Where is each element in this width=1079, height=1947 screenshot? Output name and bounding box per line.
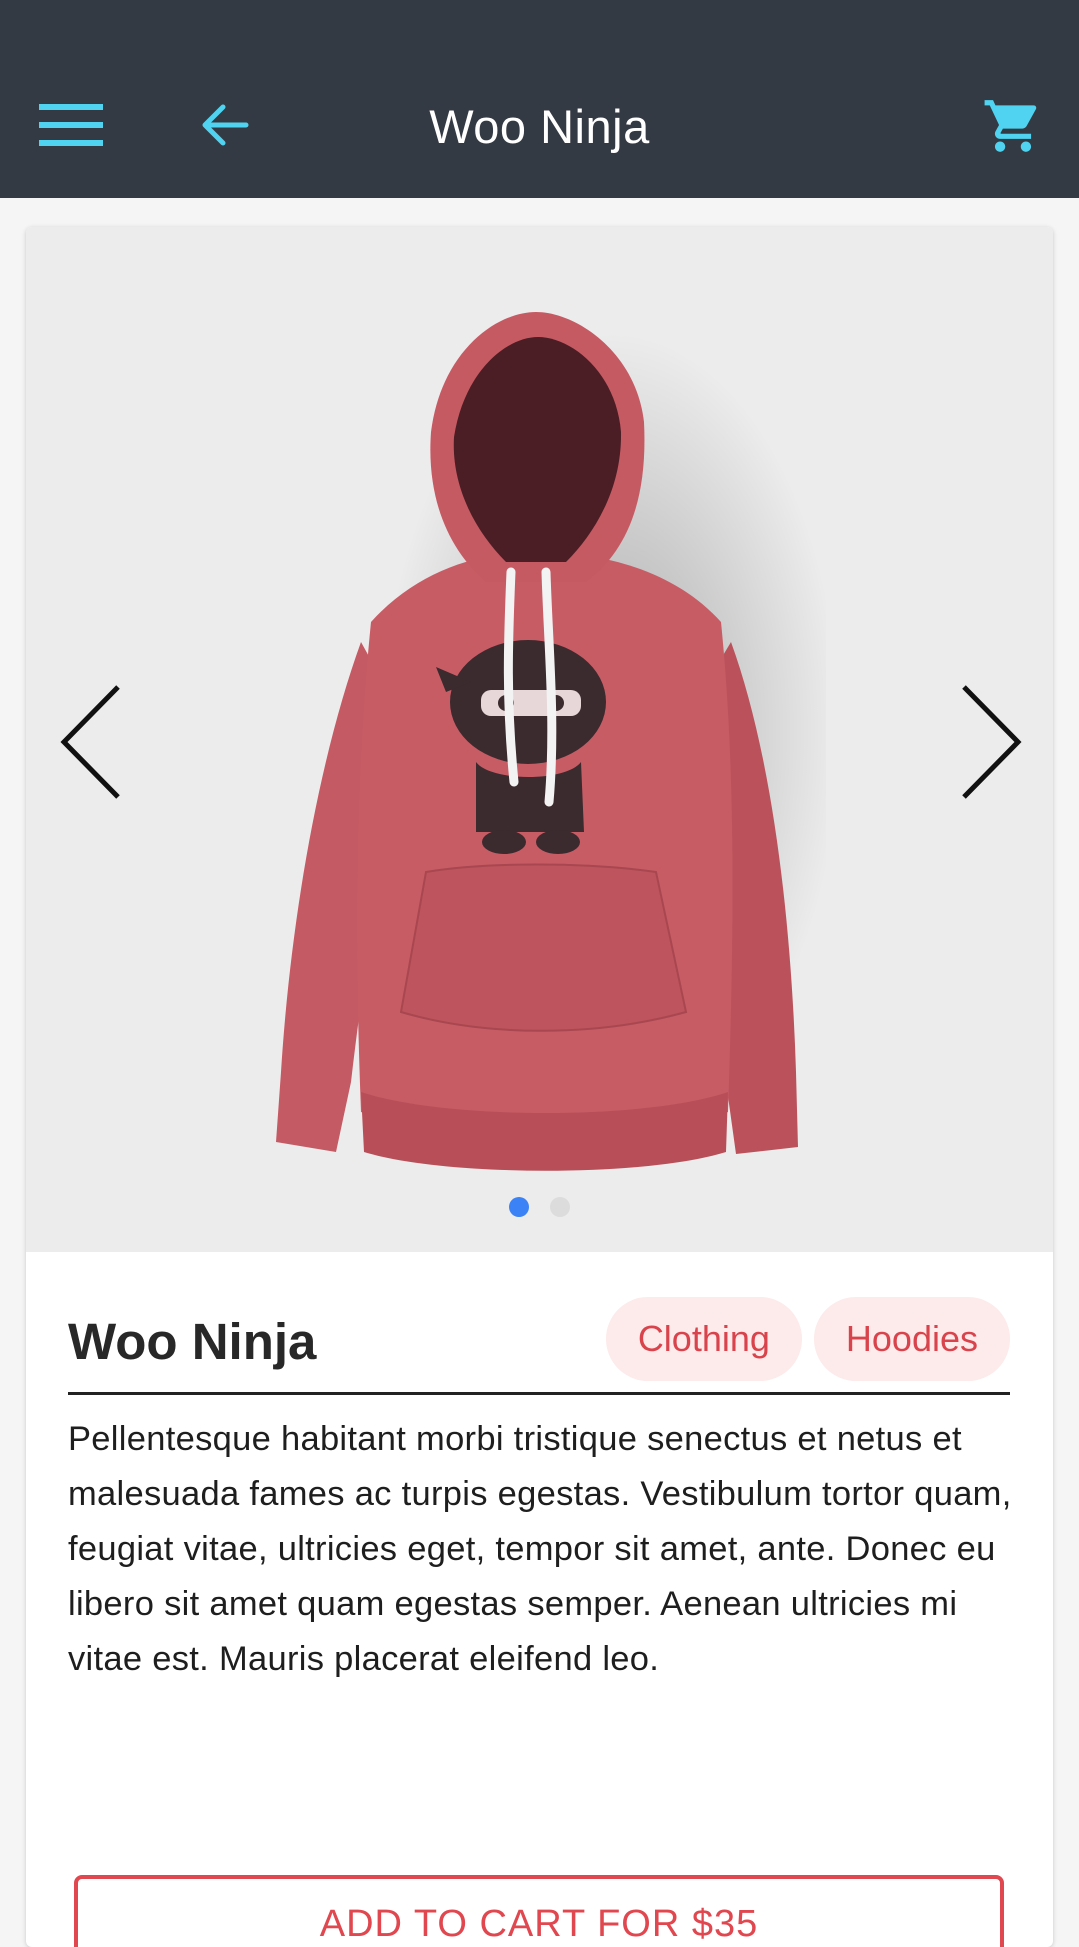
previous-image-button[interactable] [46, 667, 136, 817]
pagination-dot[interactable] [550, 1197, 570, 1217]
category-tags: Clothing Hoodies [605, 1297, 1010, 1381]
chevron-left-icon [60, 685, 120, 799]
chevron-right-icon [962, 685, 1022, 799]
menu-button[interactable] [30, 90, 112, 160]
product-description: Pellentesque habitant morbi tristique se… [68, 1420, 1012, 1678]
product-image [276, 312, 826, 1171]
pagination-dot-active[interactable] [509, 1197, 529, 1217]
product-header: Woo Ninja Clothing Hoodies [68, 1297, 1010, 1395]
product-card: Woo Ninja Clothing Hoodies Pellentesque … [26, 227, 1053, 1947]
back-button[interactable] [185, 90, 265, 160]
category-tag-hoodies[interactable]: Hoodies [813, 1297, 1010, 1381]
image-gallery[interactable] [26, 227, 1053, 1252]
category-tag-clothing[interactable]: Clothing [605, 1297, 802, 1381]
next-image-button[interactable] [946, 667, 1036, 817]
hamburger-menu-icon [39, 104, 103, 146]
add-to-cart-button[interactable]: ADD TO CART FOR $35 [74, 1875, 1004, 1947]
arrow-back-icon [202, 104, 249, 146]
app-bar: Woo Ninja [0, 0, 1079, 198]
cart-button[interactable] [968, 88, 1058, 164]
product-title: Woo Ninja [68, 1313, 317, 1370]
app-title: Woo Ninja [429, 100, 650, 153]
gallery-pagination [26, 1197, 1053, 1217]
shopping-cart-icon [984, 100, 1037, 152]
